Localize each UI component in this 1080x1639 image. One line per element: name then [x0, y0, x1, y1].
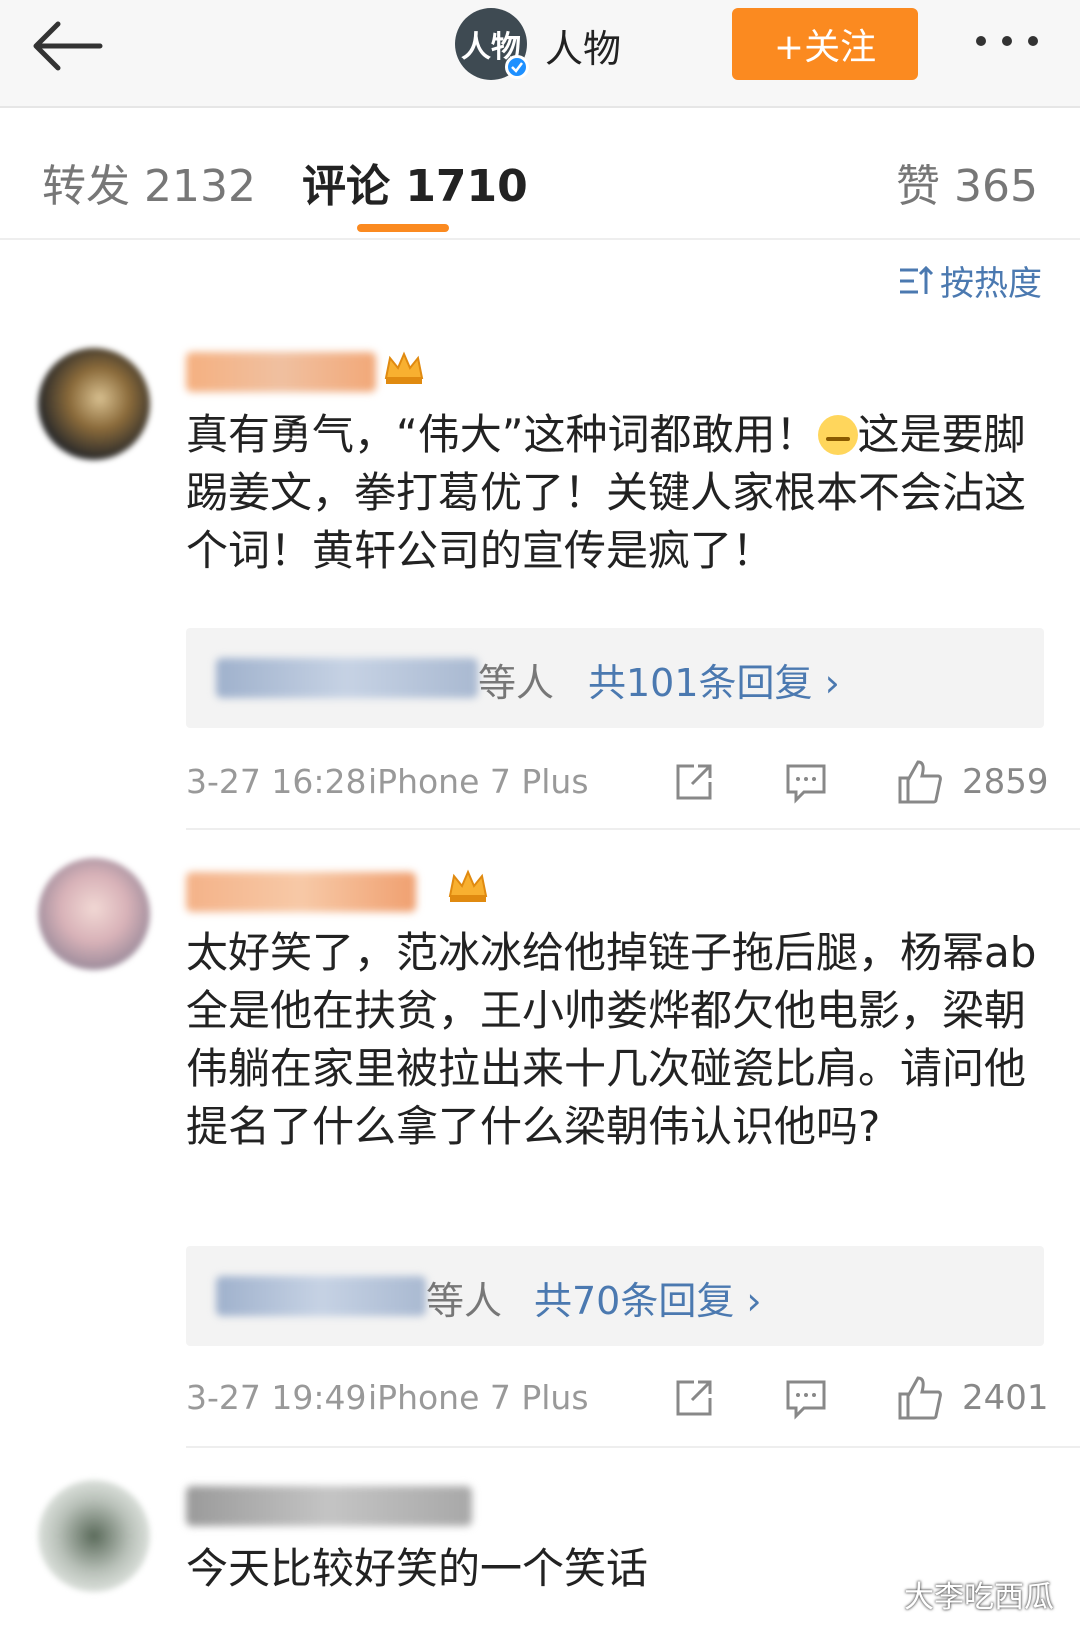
replies-box[interactable]: 等人 共70条回复 › [186, 1246, 1044, 1346]
like-count: 2859 [962, 762, 1049, 802]
watermark: 大李吃西瓜 [856, 1572, 1054, 1616]
tab-bar: 转发 2132 评论 1710 赞 365 [0, 110, 1080, 240]
share-icon[interactable] [672, 760, 716, 804]
avatar[interactable] [38, 858, 150, 970]
reply-count-link[interactable]: 共101条回复 › [588, 652, 840, 707]
comment-text: 太好笑了，范冰冰给他掉链子拖后腿，杨幂ab全是他在扶贫，王小帅娄烨都欠他电影，梁… [186, 928, 1037, 1151]
reply-users-blurred [216, 1276, 426, 1316]
avatar[interactable] [38, 348, 150, 460]
follow-button[interactable]: +关注 [732, 8, 918, 80]
top-bar: 人物 人物 +关注 [0, 0, 1080, 108]
comment-time: 3-27 16:28 [186, 762, 367, 801]
comment-text: 真有勇气，“伟大”这种词都敢用！ 这是要脚踢姜文，拳打葛优了！关键人家根本不会沾这… [186, 406, 1046, 580]
back-arrow-icon[interactable] [26, 12, 106, 76]
crown-badge-icon [446, 866, 490, 906]
like-thumb-icon[interactable] [896, 758, 944, 806]
like-count: 2401 [962, 1378, 1049, 1418]
reply-users-blurred [216, 658, 478, 698]
username-blurred[interactable] [186, 872, 416, 912]
comment-text-part: 真有勇气，“伟大”这种词都敢用！ [186, 410, 818, 459]
more-options-icon[interactable] [976, 36, 1038, 46]
reply-suffix: 等人 [478, 661, 555, 705]
reply-icon[interactable] [784, 760, 828, 804]
reply-icon[interactable] [784, 1376, 828, 1420]
avatar[interactable] [38, 1480, 150, 1592]
username-blurred[interactable] [186, 1486, 472, 1526]
like-thumb-icon[interactable] [896, 1374, 944, 1422]
username-blurred[interactable] [186, 352, 376, 392]
comment-time: 3-27 19:49 [186, 1378, 367, 1417]
comment-device: iPhone 7 Plus [368, 762, 589, 801]
reply-count-link[interactable]: 共70条回复 › [534, 1270, 762, 1325]
tab-reposts[interactable]: 转发 2132 [42, 150, 256, 214]
watermark-text: 大李吃西瓜 [904, 1580, 1054, 1615]
wechat-icon [856, 1578, 896, 1609]
tab-comments[interactable]: 评论 1710 [302, 150, 528, 214]
account-name[interactable]: 人物 [545, 18, 621, 73]
divider [186, 828, 1080, 830]
sweat-smile-emoji-icon [817, 415, 858, 455]
reply-suffix: 等人 [426, 1279, 503, 1323]
divider [186, 1446, 1080, 1448]
sort-icon [900, 265, 934, 294]
comment-device: iPhone 7 Plus [368, 1378, 589, 1417]
replies-box[interactable]: 等人 共101条回复 › [186, 628, 1044, 728]
tab-likes[interactable]: 赞 365 [896, 150, 1038, 214]
verified-badge-icon [505, 55, 529, 79]
active-tab-indicator [357, 224, 449, 232]
sort-label: 按热度 [940, 264, 1042, 304]
crown-badge-icon [382, 348, 426, 388]
share-icon[interactable] [672, 1376, 716, 1420]
sort-button[interactable]: 按热度 [898, 256, 1042, 305]
